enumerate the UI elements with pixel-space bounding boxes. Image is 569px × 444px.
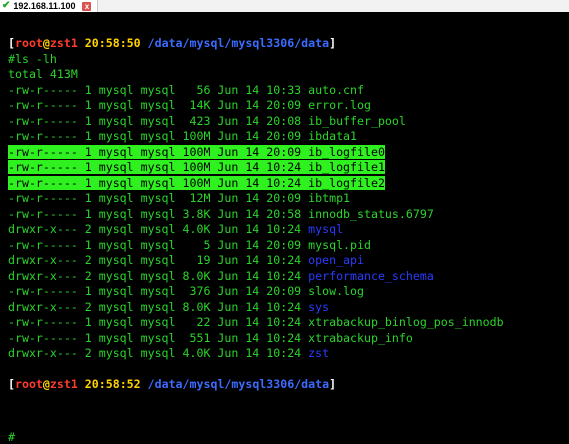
file-row: -rw-r----- 1 mysql mysql 100M Jun 14 20:…	[8, 129, 568, 145]
highlighted-selection: -rw-r----- 1 mysql mysql 100M Jun 14 10:…	[8, 175, 385, 190]
directory-name: performance_schema	[308, 268, 434, 283]
file-row: drwxr-x--- 2 mysql mysql 8.0K Jun 14 10:…	[8, 300, 568, 316]
file-row: -rw-r----- 1 mysql mysql 56 Jun 14 10:33…	[8, 83, 568, 99]
prompt-user: root	[14, 36, 43, 50]
prompt-host: zst1	[49, 36, 78, 50]
highlighted-selection: -rw-r----- 1 mysql mysql 100M Jun 14 20:…	[8, 144, 385, 159]
tab-title: 192.168.11.100	[13, 1, 76, 11]
file-name: ib_logfile0	[308, 144, 385, 159]
file-meta: drwxr-x--- 2 mysql mysql 8.0K Jun 14 10:…	[8, 299, 309, 314]
prompt-user: root	[14, 377, 43, 391]
prompt-host: zst1	[49, 377, 78, 391]
file-row: -rw-r----- 1 mysql mysql 22 Jun 14 10:24…	[8, 315, 568, 331]
file-row: drwxr-x--- 2 mysql mysql 4.0K Jun 14 10:…	[8, 222, 568, 238]
file-name: auto.cnf	[308, 82, 364, 97]
file-row: drwxr-x--- 2 mysql mysql 4.0K Jun 14 10:…	[8, 346, 568, 362]
file-meta: -rw-r----- 1 mysql mysql 551 Jun 14 10:2…	[8, 330, 309, 345]
file-meta: -rw-r----- 1 mysql mysql 5 Jun 14 20:09	[8, 237, 309, 252]
file-meta: -rw-r----- 1 mysql mysql 100M Jun 14 10:…	[8, 175, 309, 190]
file-name: ib_logfile1	[308, 160, 385, 174]
tab-bar: ✔ 192.168.11.100 x	[0, 0, 569, 12]
check-icon: ✔	[2, 0, 11, 11]
close-icon[interactable]: x	[82, 1, 92, 11]
file-meta: drwxr-x--- 2 mysql mysql 19 Jun 14 10:24	[8, 253, 309, 267]
terminal-output: [root@zst1 20:58:50 /data/mysql/mysql330…	[8, 36, 568, 393]
file-row: -rw-r----- 1 mysql mysql 376 Jun 14 20:0…	[8, 284, 568, 300]
file-meta: drwxr-x--- 2 mysql mysql 4.0K Jun 14 10:…	[8, 222, 309, 236]
file-row: -rw-r----- 1 mysql mysql 14K Jun 14 20:0…	[8, 98, 568, 114]
file-name: xtrabackup_binlog_pos_innodb	[308, 315, 504, 329]
file-row: -rw-r----- 1 mysql mysql 551 Jun 14 10:2…	[8, 331, 568, 347]
directory-name: mysql	[308, 222, 344, 236]
file-name: ib_logfile2	[308, 175, 385, 190]
file-row: -rw-r----- 1 mysql mysql 100M Jun 14 20:…	[8, 144, 568, 161]
file-meta: -rw-r----- 1 mysql mysql 423 Jun 14 20:0…	[8, 113, 309, 128]
file-row: -rw-r----- 1 mysql mysql 423 Jun 14 20:0…	[8, 114, 568, 130]
file-name: ib_buffer_pool	[308, 113, 406, 128]
prompt-line: [root@zst1 20:58:52 /data/mysql/mysql330…	[8, 377, 337, 391]
prompt-line: [root@zst1 20:58:50 /data/mysql/mysql330…	[8, 36, 337, 50]
highlighted-selection: -rw-r----- 1 mysql mysql 100M Jun 14 10:…	[8, 160, 385, 174]
prompt-time: 20:58:52	[84, 377, 141, 391]
file-row: -rw-r----- 1 mysql mysql 5 Jun 14 20:09 …	[8, 238, 568, 254]
prompt-time: 20:58:50	[84, 36, 141, 50]
file-row: -rw-r----- 1 mysql mysql 100M Jun 14 10:…	[8, 160, 568, 176]
file-name: ibtmp1	[308, 191, 351, 205]
file-meta: drwxr-x--- 2 mysql mysql 4.0K Jun 14 10:…	[8, 346, 309, 360]
prompt-path: /data/mysql/mysql3306/data	[147, 377, 330, 391]
file-row: drwxr-x--- 2 mysql mysql 19 Jun 14 10:24…	[8, 253, 568, 269]
session-tab[interactable]: ✔ 192.168.11.100 x	[0, 0, 99, 12]
file-name: innodb_status.6797	[308, 206, 434, 221]
file-list: -rw-r----- 1 mysql mysql 56 Jun 14 10:33…	[8, 83, 568, 362]
file-name: mysql.pid	[308, 237, 371, 252]
file-meta: drwxr-x--- 2 mysql mysql 8.0K Jun 14 10:…	[8, 268, 309, 283]
file-meta: -rw-r----- 1 mysql mysql 56 Jun 14 10:33	[8, 82, 309, 97]
file-row: -rw-r----- 1 mysql mysql 100M Jun 14 10:…	[8, 175, 568, 192]
directory-name: zst	[308, 346, 330, 360]
total-line: total 413M	[8, 67, 78, 81]
input-cursor[interactable]: #	[8, 431, 15, 443]
directory-name: sys	[308, 299, 330, 314]
file-meta: -rw-r----- 1 mysql mysql 100M Jun 14 20:…	[8, 129, 309, 143]
file-name: error.log	[308, 98, 371, 112]
file-row: drwxr-x--- 2 mysql mysql 8.0K Jun 14 10:…	[8, 269, 568, 285]
file-meta: -rw-r----- 1 mysql mysql 12M Jun 14 20:0…	[8, 191, 309, 205]
file-row: -rw-r----- 1 mysql mysql 12M Jun 14 20:0…	[8, 191, 568, 207]
file-meta: -rw-r----- 1 mysql mysql 100M Jun 14 10:…	[8, 160, 309, 174]
file-name: xtrabackup_info	[308, 330, 413, 345]
command-line: #ls -lh	[8, 51, 57, 66]
file-meta: -rw-r----- 1 mysql mysql 22 Jun 14 10:24	[8, 315, 309, 329]
file-meta: -rw-r----- 1 mysql mysql 100M Jun 14 20:…	[8, 144, 309, 159]
file-row: -rw-r----- 1 mysql mysql 3.8K Jun 14 20:…	[8, 207, 568, 223]
file-name: ibdata1	[308, 129, 358, 143]
file-meta: -rw-r----- 1 mysql mysql 3.8K Jun 14 20:…	[8, 206, 309, 221]
file-meta: -rw-r----- 1 mysql mysql 376 Jun 14 20:0…	[8, 284, 309, 298]
file-meta: -rw-r----- 1 mysql mysql 14K Jun 14 20:0…	[8, 98, 309, 112]
prompt-path: /data/mysql/mysql3306/data	[147, 36, 330, 50]
file-name: slow.log	[308, 284, 364, 298]
directory-name: open_api	[308, 253, 364, 267]
terminal-window[interactable]: [root@zst1 20:58:50 /data/mysql/mysql330…	[0, 12, 569, 443]
